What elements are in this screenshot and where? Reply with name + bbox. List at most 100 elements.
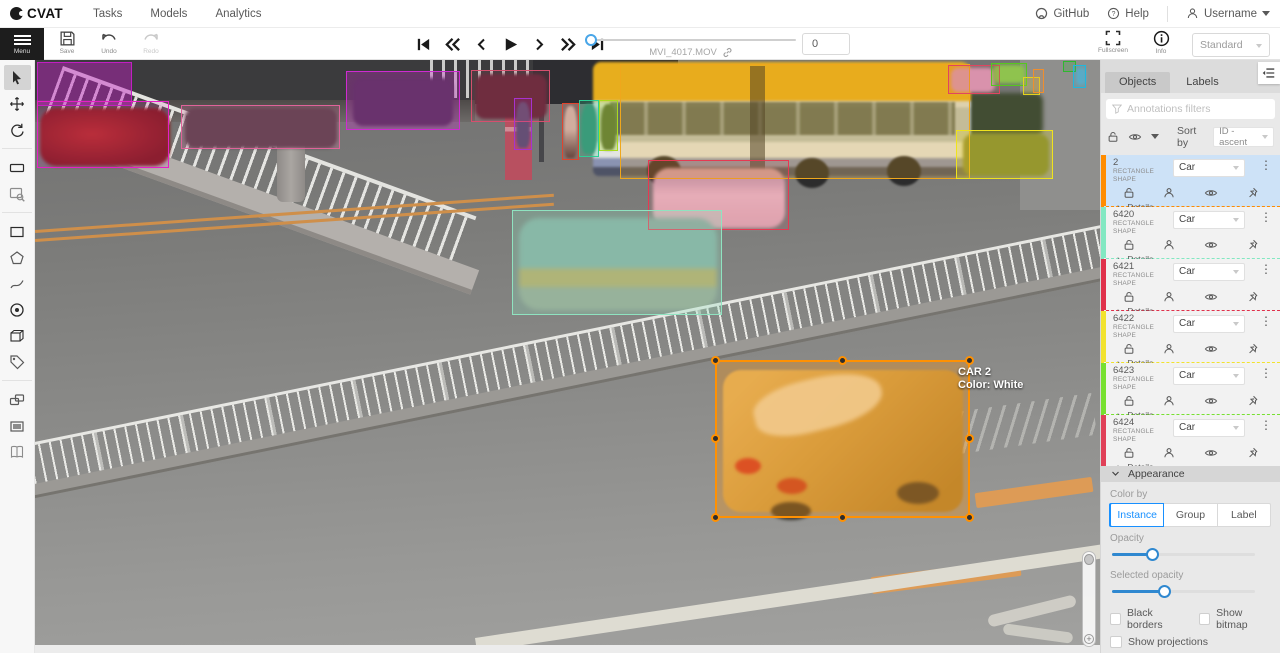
- draw-rectangle-tool[interactable]: [4, 219, 31, 244]
- tab-labels[interactable]: Labels: [1172, 72, 1232, 93]
- object-hide-button[interactable]: [1204, 187, 1218, 199]
- resize-handle-se[interactable]: [965, 513, 974, 522]
- object-lock-button[interactable]: [1123, 343, 1135, 355]
- select-region-tool[interactable]: [4, 181, 31, 206]
- move-tool[interactable]: [4, 91, 31, 116]
- nav-tasks[interactable]: Tasks: [93, 8, 122, 20]
- object-list-item[interactable]: 6420 RECTANGLE SHAPE Car ⋮ › Details: [1101, 207, 1280, 259]
- annotations-filter-box[interactable]: [1106, 99, 1275, 119]
- draw-polyline-tool[interactable]: [4, 271, 31, 296]
- previous-frame-button[interactable]: [471, 34, 491, 54]
- annotation-box[interactable]: [514, 98, 532, 150]
- object-details-toggle[interactable]: › Details: [1113, 459, 1274, 466]
- opacity-slider[interactable]: [1112, 548, 1269, 562]
- annotation-box[interactable]: [471, 70, 550, 122]
- tab-objects[interactable]: Objects: [1105, 72, 1170, 93]
- annotation-box[interactable]: [181, 105, 340, 149]
- frame-number-input[interactable]: [802, 33, 850, 55]
- menu-button[interactable]: Menu: [0, 28, 44, 60]
- expand-all-button[interactable]: [1151, 130, 1159, 143]
- object-lock-button[interactable]: [1123, 239, 1135, 251]
- rotate-tool[interactable]: [4, 117, 31, 142]
- draw-polygon-tool[interactable]: [4, 245, 31, 270]
- fullscreen-button[interactable]: Fullscreen: [1096, 30, 1130, 54]
- object-pin-button[interactable]: [1246, 447, 1258, 459]
- object-list-item[interactable]: 6421 RECTANGLE SHAPE Car ⋮ › Details: [1101, 259, 1280, 311]
- annotations-filter-input[interactable]: [1127, 103, 1269, 115]
- object-hide-button[interactable]: [1204, 239, 1218, 251]
- resize-handle-nw[interactable]: [711, 356, 720, 365]
- object-actions-menu[interactable]: ⋮: [1258, 158, 1274, 172]
- annotation-box[interactable]: [346, 71, 460, 130]
- canvas-scrollbar-plus-icon[interactable]: +: [1084, 634, 1094, 644]
- object-label-select[interactable]: Car: [1173, 263, 1245, 281]
- object-pin-button[interactable]: [1246, 343, 1258, 355]
- backward-button[interactable]: [442, 34, 462, 54]
- fit-image-tool[interactable]: [4, 155, 31, 180]
- save-button[interactable]: Save: [50, 30, 84, 55]
- cvat-logo[interactable]: CVAT: [10, 6, 63, 21]
- user-menu[interactable]: Username: [1186, 7, 1270, 20]
- color-by-group[interactable]: Group: [1164, 503, 1217, 527]
- object-list-item[interactable]: 2 RECTANGLE SHAPE Car ⋮ › Details: [1101, 155, 1280, 207]
- resize-handle-sw[interactable]: [711, 513, 720, 522]
- object-label-select[interactable]: Car: [1173, 367, 1245, 385]
- object-occluded-button[interactable]: [1163, 343, 1175, 355]
- object-list-item[interactable]: 6423 RECTANGLE SHAPE Car ⋮ › Details: [1101, 363, 1280, 415]
- object-actions-menu[interactable]: ⋮: [1258, 366, 1274, 380]
- canvas-scrollbar-thumb[interactable]: [1084, 554, 1094, 565]
- object-occluded-button[interactable]: [1163, 447, 1175, 459]
- annotation-box[interactable]: [1033, 69, 1044, 93]
- object-hide-button[interactable]: [1204, 395, 1218, 407]
- object-list-item[interactable]: 6424 RECTANGLE SHAPE Car ⋮ › Details: [1101, 415, 1280, 466]
- annotation-box[interactable]: [991, 63, 1027, 86]
- frame-slider-track[interactable]: [586, 39, 796, 41]
- setup-tag-tool[interactable]: [4, 349, 31, 374]
- annotation-canvas[interactable]: CAR 2Color: White +: [35, 60, 1100, 653]
- redo-button[interactable]: Redo: [134, 30, 168, 55]
- canvas-scrollbar[interactable]: +: [1082, 551, 1096, 647]
- annotation-box[interactable]: [562, 103, 579, 160]
- black-borders-checkbox[interactable]: Black borders: [1110, 607, 1185, 631]
- opacity-slider-handle[interactable]: [1146, 548, 1159, 561]
- object-list-item[interactable]: 6422 RECTANGLE SHAPE Car ⋮ › Details: [1101, 311, 1280, 363]
- object-occluded-button[interactable]: [1163, 239, 1175, 251]
- resize-handle-e[interactable]: [965, 434, 974, 443]
- object-label-select[interactable]: Car: [1173, 419, 1245, 437]
- object-lock-button[interactable]: [1123, 291, 1135, 303]
- nav-models[interactable]: Models: [150, 8, 187, 20]
- object-actions-menu[interactable]: ⋮: [1258, 314, 1274, 328]
- next-frame-button[interactable]: [529, 34, 549, 54]
- appearance-header[interactable]: Appearance: [1101, 466, 1280, 482]
- show-projections-checkbox[interactable]: Show projections: [1110, 636, 1208, 648]
- draw-cuboid-tool[interactable]: [4, 323, 31, 348]
- help-link[interactable]: ? Help: [1107, 7, 1149, 20]
- workspace-select[interactable]: Standard: [1192, 33, 1270, 57]
- object-occluded-button[interactable]: [1163, 291, 1175, 303]
- resize-handle-n[interactable]: [838, 356, 847, 365]
- object-lock-button[interactable]: [1123, 187, 1135, 199]
- object-actions-menu[interactable]: ⋮: [1258, 418, 1274, 432]
- resize-handle-w[interactable]: [711, 434, 720, 443]
- object-pin-button[interactable]: [1246, 291, 1258, 303]
- show-bitmap-checkbox[interactable]: Show bitmap: [1199, 607, 1271, 631]
- object-label-select[interactable]: Car: [1173, 159, 1245, 177]
- frame-slider-handle[interactable]: [585, 34, 597, 46]
- play-button[interactable]: [500, 34, 520, 54]
- forward-button[interactable]: [558, 34, 578, 54]
- selected-opacity-slider[interactable]: [1112, 585, 1269, 599]
- annotation-box[interactable]: [37, 62, 132, 106]
- object-occluded-button[interactable]: [1163, 187, 1175, 199]
- object-label-select[interactable]: Car: [1173, 211, 1245, 229]
- object-hide-button[interactable]: [1204, 291, 1218, 303]
- link-icon[interactable]: [722, 47, 733, 58]
- annotation-box[interactable]: [599, 100, 618, 151]
- object-pin-button[interactable]: [1246, 395, 1258, 407]
- undo-button[interactable]: Undo: [92, 30, 126, 55]
- object-actions-menu[interactable]: ⋮: [1258, 210, 1274, 224]
- lock-all-button[interactable]: [1107, 131, 1119, 143]
- info-button[interactable]: Info: [1144, 30, 1178, 55]
- github-link[interactable]: GitHub: [1035, 7, 1089, 20]
- group-tool[interactable]: [4, 413, 31, 438]
- sort-select[interactable]: ID - ascent: [1213, 127, 1274, 147]
